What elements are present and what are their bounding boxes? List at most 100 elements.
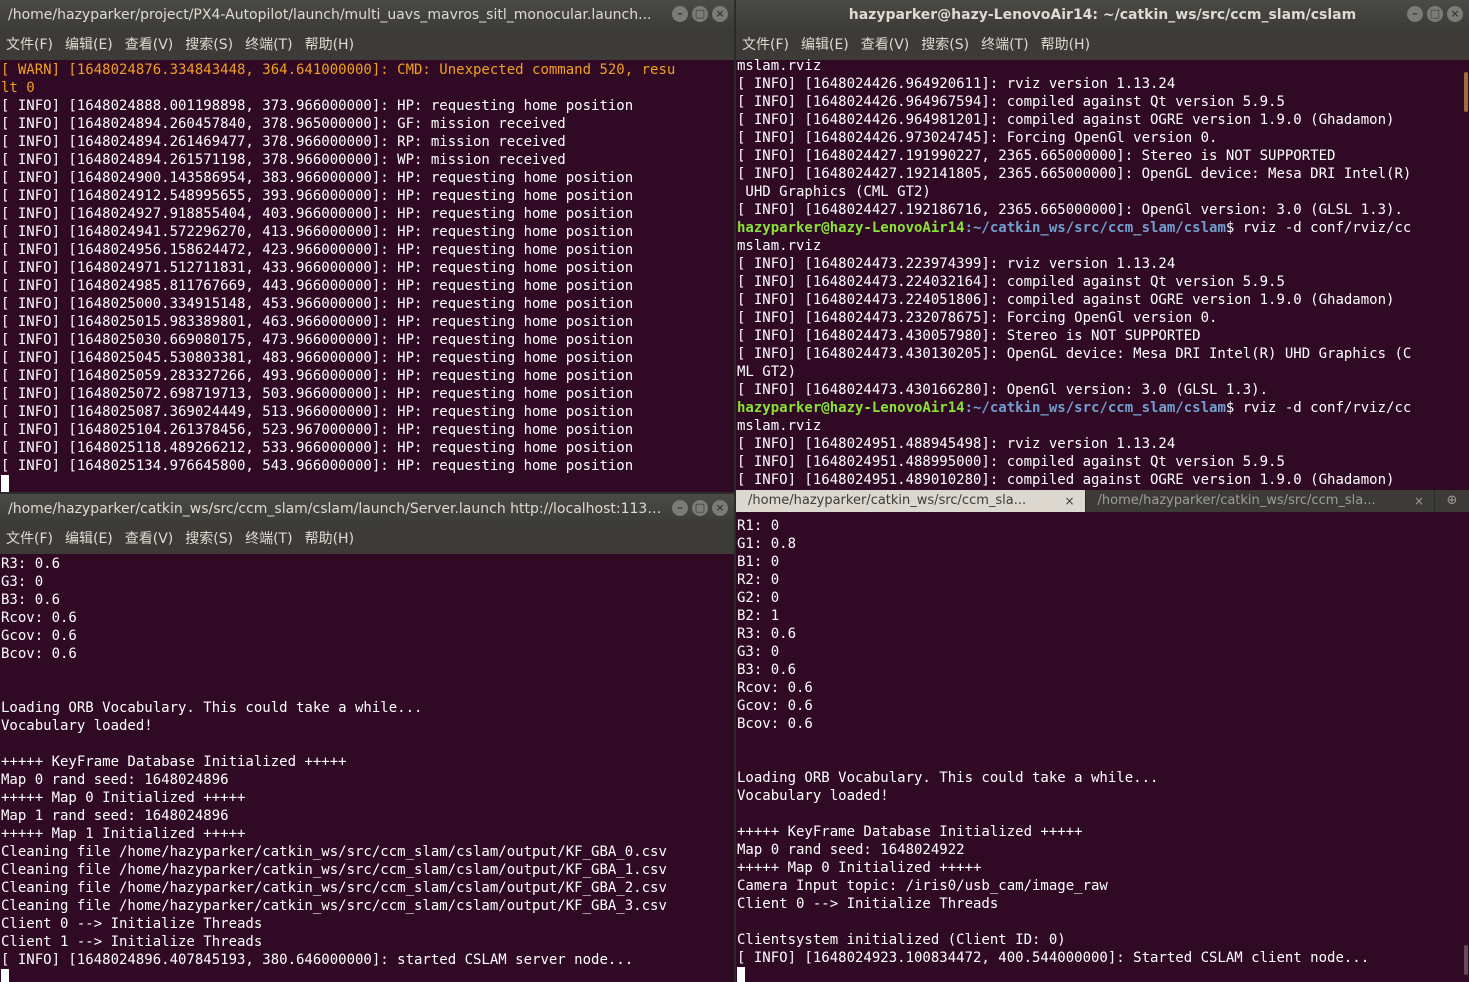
terminal-line: [ INFO] [1648025118.489266212, 533.96600… <box>1 440 634 456</box>
text-cursor <box>1 969 9 982</box>
terminal-line: R2: 0 <box>737 572 780 588</box>
menu-help[interactable]: 帮助(H) <box>1041 37 1090 53</box>
terminal-line: G2: 0 <box>737 590 780 606</box>
menu-terminal[interactable]: 终端(T) <box>245 531 292 547</box>
terminal-line: +++++ Map 0 Initialized +++++ <box>737 860 982 876</box>
terminal-line: [ INFO] [1648024912.548995655, 393.96600… <box>1 188 634 204</box>
menu-search[interactable]: 搜索(S) <box>921 37 969 53</box>
menu-terminal[interactable]: 终端(T) <box>245 37 292 53</box>
terminal-line: B3: 0.6 <box>1 592 61 608</box>
terminal-line: [ INFO] [1648024473.224051806]: compiled… <box>737 292 1395 308</box>
close-icon[interactable]: × <box>1414 490 1424 512</box>
title-bar[interactable]: /home/hazyparker/catkin_ws/src/ccm_slam/… <box>0 494 734 524</box>
tab-2[interactable]: /home/hazyparker/catkin_ws/src/ccm_sla..… <box>1086 490 1435 512</box>
terminal-window-server[interactable]: /home/hazyparker/catkin_ws/src/ccm_slam/… <box>0 494 734 982</box>
menu-help[interactable]: 帮助(H) <box>305 37 354 53</box>
close-icon[interactable]: × <box>1064 490 1074 512</box>
scrollbar[interactable] <box>1464 945 1468 975</box>
prompt-line[interactable] <box>737 967 1463 982</box>
tab-bar: /home/hazyparker/catkin_ws/src/ccm_sla..… <box>736 490 1469 512</box>
terminal-line: G3: 0 <box>737 644 780 660</box>
terminal-line: [ INFO] [1648024426.964967594]: compiled… <box>737 94 1285 110</box>
minimize-icon[interactable]: – <box>672 500 688 516</box>
menu-terminal[interactable]: 终端(T) <box>981 37 1028 53</box>
terminal-line: Client 0 --> Initialize Threads <box>737 896 999 912</box>
terminal-line: [ INFO] [1648025045.530803381, 483.96600… <box>1 350 634 366</box>
new-tab-icon[interactable]: ⊕ <box>1435 490 1469 512</box>
maximize-icon[interactable]: □ <box>1427 6 1443 22</box>
menu-edit[interactable]: 编辑(E) <box>801 37 849 53</box>
terminal-line: Gcov: 0.6 <box>737 698 813 714</box>
terminal-line: UHD Graphics (CML GT2) <box>737 184 931 200</box>
terminal-line: B3: 0.6 <box>737 662 797 678</box>
terminal-output[interactable]: mslam.rviz [ INFO] [1648024426.964920611]… <box>737 57 1463 492</box>
text-cursor <box>1 475 9 492</box>
terminal-output[interactable]: R1: 0 G1: 0.8 B1: 0 R2: 0 G2: 0 B2: 1 R3: 0.6 G… <box>737 517 1463 982</box>
menu-edit[interactable]: 编辑(E) <box>65 37 113 53</box>
minimize-icon[interactable]: – <box>1407 6 1423 22</box>
terminal-window-cslam[interactable]: hazyparker@hazy-LenovoAir14: ~/catkin_ws… <box>736 0 1469 492</box>
menu-file[interactable]: 文件(F) <box>742 37 789 53</box>
terminal-line: Cleaning file /home/hazyparker/catkin_ws… <box>1 844 667 860</box>
terminal-line: [ INFO] [1648025059.283327266, 493.96600… <box>1 368 634 384</box>
maximize-icon[interactable]: □ <box>692 500 708 516</box>
close-icon[interactable]: × <box>712 6 728 22</box>
prompt-line[interactable] <box>1 969 728 982</box>
menu-search[interactable]: 搜索(S) <box>185 531 233 547</box>
tab-1[interactable]: /home/hazyparker/catkin_ws/src/ccm_sla..… <box>736 490 1086 512</box>
window-title: hazyparker@hazy-LenovoAir14: ~/catkin_ws… <box>848 7 1357 23</box>
terminal-line: [ INFO] [1648024888.001198898, 373.96600… <box>1 98 634 114</box>
terminal-output[interactable]: [ WARN] [1648024876.334843448, 364.64100… <box>1 61 728 492</box>
terminal-line: Clientsystem initialized (Client ID: 0) <box>737 932 1066 948</box>
terminal-line: [ INFO] [1648024971.512711831, 433.96600… <box>1 260 634 276</box>
terminal-line: [ INFO] [1648025104.261378456, 523.96700… <box>1 422 634 438</box>
prompt-line[interactable] <box>1 475 728 492</box>
menu-view[interactable]: 查看(V) <box>125 531 174 547</box>
prompt-command: $ rviz -d conf/rviz/cc <box>1225 220 1412 236</box>
shell-prompt: hazyparker@hazy-LenovoAir14:~/catkin_ws/… <box>737 219 1463 237</box>
terminal-line: +++++ KeyFrame Database Initialized ++++… <box>1 754 347 770</box>
close-icon[interactable]: × <box>1447 6 1463 22</box>
minimize-icon[interactable]: – <box>672 6 688 22</box>
text-cursor <box>737 967 745 982</box>
terminal-line: mslam.rviz <box>737 238 822 254</box>
terminal-line: [ INFO] [1648024951.489010280]: compiled… <box>737 472 1395 488</box>
terminal-line: Client 1 --> Initialize Threads <box>1 934 263 950</box>
menu-file[interactable]: 文件(F) <box>6 531 53 547</box>
menu-file[interactable]: 文件(F) <box>6 37 53 53</box>
tab-label: /home/hazyparker/catkin_ws/src/ccm_sla..… <box>748 493 1027 508</box>
menu-bar: 文件(F) 编辑(E) 查看(V) 搜索(S) 终端(T) 帮助(H) <box>0 524 734 554</box>
terminal-line: [ INFO] [1648024427.192141805, 2365.6650… <box>737 166 1412 182</box>
terminal-line: Gcov: 0.6 <box>1 628 77 644</box>
title-bar[interactable]: hazyparker@hazy-LenovoAir14: ~/catkin_ws… <box>736 0 1469 30</box>
terminal-output[interactable]: R3: 0.6 G3: 0 B3: 0.6 Rcov: 0.6 Gcov: 0.6 Bco… <box>1 555 728 982</box>
prompt-path: :~/catkin_ws/src/ccm_slam/cslam <box>964 220 1226 236</box>
window-title: /home/hazyparker/project/PX4-Autopilot/l… <box>8 7 652 23</box>
close-icon[interactable]: × <box>712 500 728 516</box>
menu-search[interactable]: 搜索(S) <box>185 37 233 53</box>
terminal-line: +++++ Map 0 Initialized +++++ <box>1 790 246 806</box>
terminal-line: [ INFO] [1648024426.973024745]: Forcing … <box>737 130 1218 146</box>
terminal-line: B1: 0 <box>737 554 780 570</box>
terminal-line: [ INFO] [1648024894.261571198, 378.96600… <box>1 152 566 168</box>
title-bar[interactable]: /home/hazyparker/project/PX4-Autopilot/l… <box>0 0 734 30</box>
menu-view[interactable]: 查看(V) <box>125 37 174 53</box>
scrollbar[interactable] <box>1464 72 1468 112</box>
terminal-line: Cleaning file /home/hazyparker/catkin_ws… <box>1 898 667 914</box>
terminal-window-px4[interactable]: /home/hazyparker/project/PX4-Autopilot/l… <box>0 0 734 492</box>
terminal-line: [ INFO] [1648024473.224032164]: compiled… <box>737 274 1285 290</box>
terminal-line: Loading ORB Vocabulary. This could take … <box>737 770 1159 786</box>
maximize-icon[interactable]: □ <box>692 6 708 22</box>
terminal-line: Camera Input topic: /iris0/usb_cam/image… <box>737 878 1108 894</box>
terminal-line: Cleaning file /home/hazyparker/catkin_ws… <box>1 862 667 878</box>
menu-view[interactable]: 查看(V) <box>861 37 910 53</box>
terminal-line: Rcov: 0.6 <box>737 680 813 696</box>
terminal-line: Map 1 rand seed: 1648024896 <box>1 808 229 824</box>
terminal-window-client[interactable]: /home/hazyparker/catkin_ws/src/ccm_sla..… <box>736 490 1469 982</box>
menu-help[interactable]: 帮助(H) <box>305 531 354 547</box>
menu-edit[interactable]: 编辑(E) <box>65 531 113 547</box>
